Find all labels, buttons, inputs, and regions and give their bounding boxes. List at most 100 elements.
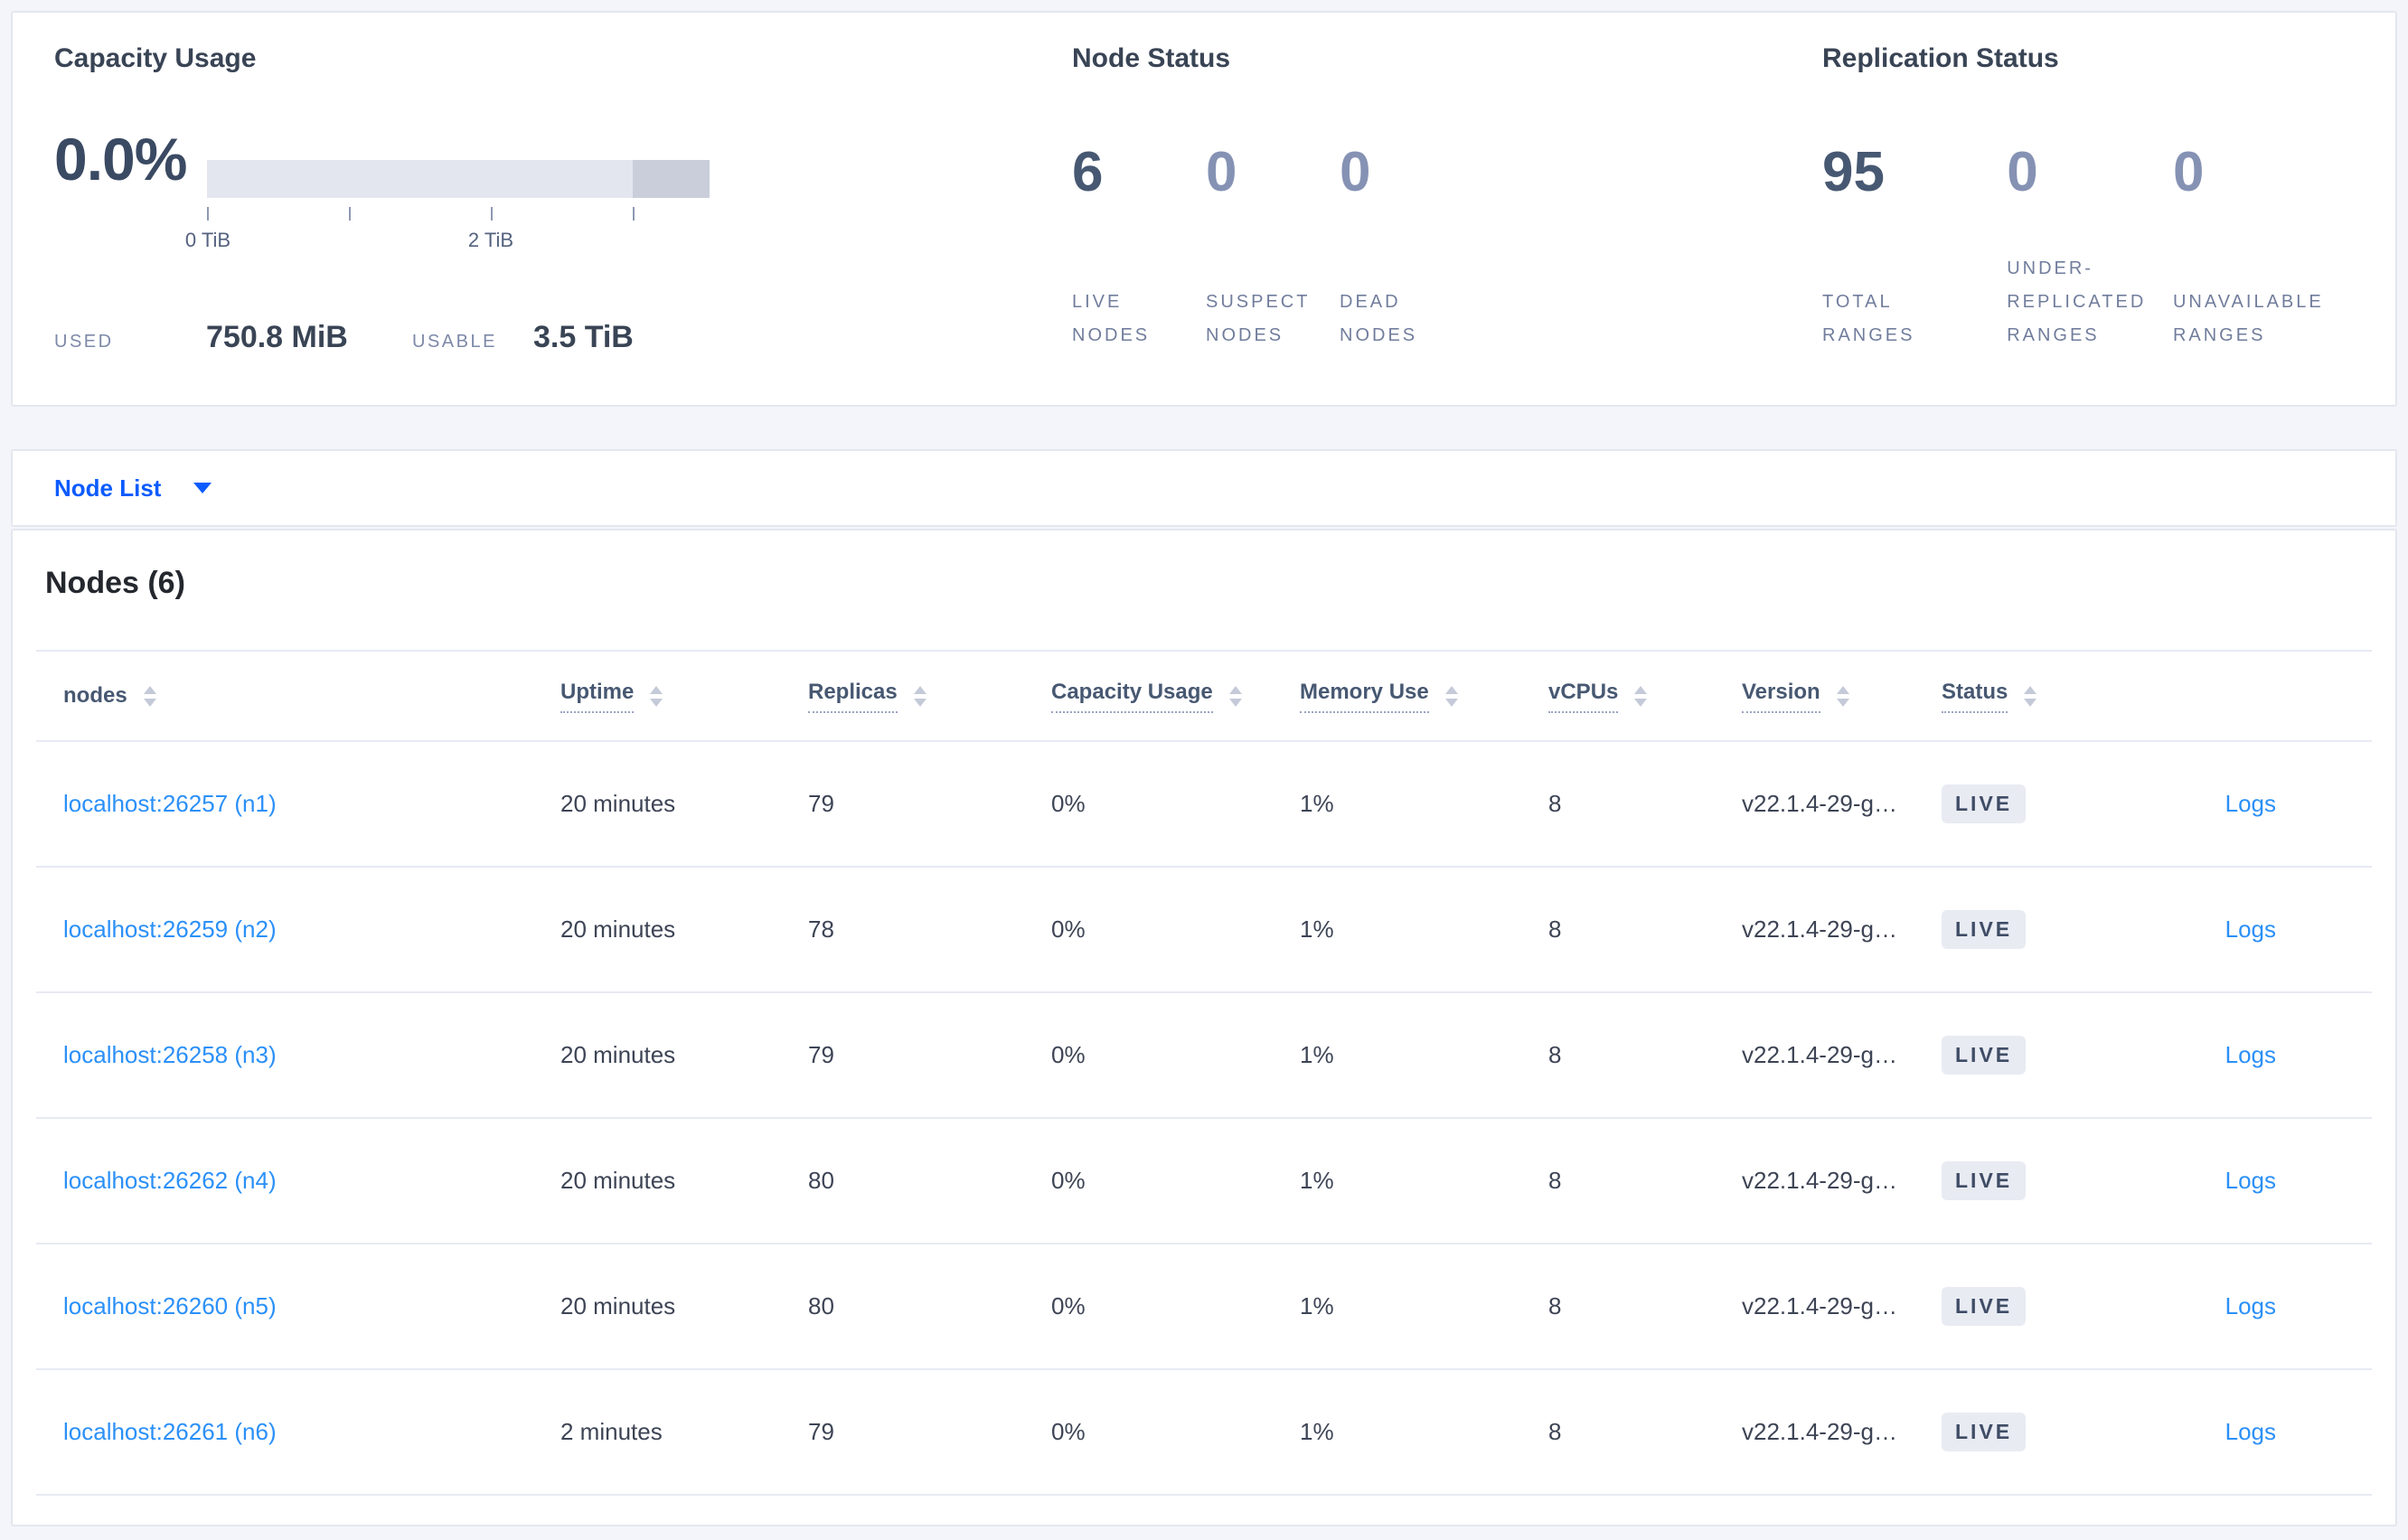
table-row: localhost:26262 (n4) 20 minutes 80 0% 1%… — [36, 1119, 2372, 1244]
caret-down-icon[interactable] — [193, 483, 212, 493]
capacity-usage-cell: 0% — [1051, 1418, 1086, 1445]
replication-status-stats: 95 TOTAL RANGES 0 UNDER-REPLICATED RANGE… — [1822, 143, 2383, 352]
capacity-bar-reserved-segment — [633, 160, 710, 198]
logs-link[interactable]: Logs — [2225, 1167, 2276, 1194]
node-address-link[interactable]: localhost:26260 (n5) — [63, 1292, 277, 1319]
column-header-vcpus[interactable]: vCPUs — [1548, 680, 1742, 713]
stat-value: 6 — [1072, 141, 1104, 203]
column-header-memory-use[interactable]: Memory Use — [1300, 680, 1548, 713]
sort-arrows-icon[interactable] — [1444, 685, 1458, 707]
replicas-cell: 79 — [808, 1041, 834, 1068]
axis-tick — [207, 207, 209, 221]
table-row: localhost:26257 (n1) 20 minutes 79 0% 1%… — [36, 742, 2372, 868]
version-cell: v22.1.4-29-g… — [1742, 1292, 1897, 1319]
table-body: localhost:26257 (n1) 20 minutes 79 0% 1%… — [13, 742, 2395, 1496]
replicas-cell: 78 — [808, 916, 834, 943]
stat-value: 0 — [1340, 141, 1371, 203]
column-header-capacity-usage[interactable]: Capacity Usage — [1051, 680, 1300, 713]
status-badge: LIVE — [1942, 1161, 2027, 1200]
replication-status-title: Replication Status — [1822, 43, 2059, 73]
capacity-bar — [207, 160, 710, 198]
sort-arrows-icon[interactable] — [143, 685, 156, 707]
sort-arrows-icon[interactable] — [2024, 685, 2037, 707]
capacity-stats-row: USED 750.8 MiB USABLE 3.5 TiB — [54, 320, 634, 355]
replicas-cell: 79 — [808, 790, 834, 817]
memory-use-cell: 1% — [1300, 916, 1334, 943]
node-address-link[interactable]: localhost:26262 (n4) — [63, 1167, 277, 1194]
uptime-cell: 2 minutes — [560, 1418, 663, 1445]
logs-link[interactable]: Logs — [2225, 1418, 2276, 1445]
node-address-link[interactable]: localhost:26259 (n2) — [63, 916, 277, 943]
sort-arrows-icon[interactable] — [1634, 685, 1648, 707]
used-value: 750.8 MiB — [206, 320, 348, 354]
stat-value: 0 — [1206, 141, 1237, 203]
used-label: USED — [54, 332, 114, 352]
capacity-usage-cell: 0% — [1051, 790, 1086, 817]
stat-value: 95 — [1822, 141, 1885, 203]
capacity-usage-cell: 0% — [1051, 1292, 1086, 1319]
summary-stat: 6 LIVE NODES — [1072, 143, 1206, 352]
axis-tick — [633, 207, 635, 221]
memory-use-cell: 1% — [1300, 1418, 1334, 1445]
stat-value: 0 — [2007, 141, 2038, 203]
column-header-replicas[interactable]: Replicas — [808, 680, 1051, 713]
node-address-link[interactable]: localhost:26257 (n1) — [63, 790, 277, 817]
summary-stat: 0 SUSPECT NODES — [1206, 143, 1340, 352]
table-row: localhost:26260 (n5) 20 minutes 80 0% 1%… — [36, 1244, 2372, 1370]
stat-label: UNDER-REPLICATED RANGES — [2007, 258, 2147, 345]
axis-tick — [349, 207, 351, 221]
replicas-cell: 80 — [808, 1167, 834, 1194]
capacity-usage-cell: 0% — [1051, 1041, 1086, 1068]
version-cell: v22.1.4-29-g… — [1742, 1041, 1897, 1068]
usable-label: USABLE — [412, 332, 497, 352]
column-header-version[interactable]: Version — [1742, 680, 1942, 713]
stat-label: UNAVAILABLE RANGES — [2172, 292, 2324, 345]
table-row: localhost:26259 (n2) 20 minutes 78 0% 1%… — [36, 868, 2372, 993]
logs-link[interactable]: Logs — [2225, 916, 2276, 943]
view-selector-bar: Node List — [11, 449, 2397, 527]
table-row: localhost:26261 (n6) 2 minutes 79 0% 1% … — [36, 1370, 2372, 1496]
version-cell: v22.1.4-29-g… — [1742, 1167, 1897, 1194]
node-address-link[interactable]: localhost:26258 (n3) — [63, 1041, 277, 1068]
vcpus-cell: 8 — [1548, 1418, 1562, 1445]
vcpus-cell: 8 — [1548, 1292, 1562, 1319]
uptime-cell: 20 minutes — [560, 916, 676, 943]
node-address-link[interactable]: localhost:26261 (n6) — [63, 1418, 277, 1445]
logs-link[interactable]: Logs — [2225, 790, 2276, 817]
memory-use-cell: 1% — [1300, 1292, 1334, 1319]
replicas-cell: 79 — [808, 1418, 834, 1445]
sort-arrows-icon[interactable] — [1228, 685, 1242, 707]
logs-link[interactable]: Logs — [2225, 1292, 2276, 1319]
replicas-cell: 80 — [808, 1292, 834, 1319]
axis-tick-label: 2 TiB — [467, 229, 514, 251]
node-list-dropdown[interactable]: Node List — [54, 474, 161, 502]
capacity-usage-bar-chart: 0 TiB 2 TiB — [185, 160, 710, 286]
capacity-usage-title: Capacity Usage — [54, 43, 257, 73]
column-header-nodes[interactable]: nodes — [36, 683, 560, 709]
status-badge: LIVE — [1942, 784, 2027, 823]
usable-value: 3.5 TiB — [533, 320, 634, 354]
vcpus-cell: 8 — [1548, 790, 1562, 817]
summary-stat: 0 UNDER-REPLICATED RANGES — [2007, 143, 2173, 352]
column-header-uptime[interactable]: Uptime — [560, 680, 808, 713]
capacity-usage-cell: 0% — [1051, 1167, 1086, 1194]
version-cell: v22.1.4-29-g… — [1742, 916, 1897, 943]
summary-band: Capacity Usage 0.0% 0 TiB 2 TiB USED 750… — [11, 11, 2397, 407]
memory-use-cell: 1% — [1300, 1167, 1334, 1194]
memory-use-cell: 1% — [1300, 790, 1334, 817]
node-status-title: Node Status — [1072, 43, 1231, 73]
memory-use-cell: 1% — [1300, 1041, 1334, 1068]
axis-tick — [491, 207, 493, 221]
logs-link[interactable]: Logs — [2225, 1041, 2276, 1068]
sort-arrows-icon[interactable] — [913, 685, 927, 707]
uptime-cell: 20 minutes — [560, 1167, 676, 1194]
column-header-status[interactable]: Status — [1942, 680, 2135, 713]
summary-stat: 0 DEAD NODES — [1340, 143, 1473, 352]
stat-label: DEAD NODES — [1340, 292, 1418, 345]
uptime-cell: 20 minutes — [560, 1292, 676, 1319]
sort-arrows-icon[interactable] — [1836, 685, 1849, 707]
sort-arrows-icon[interactable] — [650, 685, 663, 707]
vcpus-cell: 8 — [1548, 1167, 1562, 1194]
summary-stat: 0 UNAVAILABLE RANGES — [2173, 143, 2383, 352]
version-cell: v22.1.4-29-g… — [1742, 1418, 1897, 1445]
